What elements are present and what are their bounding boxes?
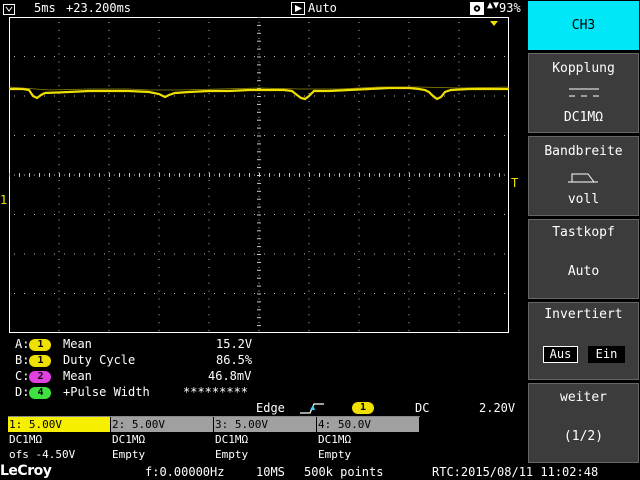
channel1-scale: 1: 5.00V (8, 417, 110, 432)
measurement-value: 15.2V (216, 337, 253, 351)
measurement-slot: A: (15, 337, 30, 351)
measurement-value: 86.5% (216, 353, 253, 367)
trigger-source-badge: 1 (352, 402, 374, 414)
measurement-a[interactable]: A: 1 Mean 15.2V (15, 336, 252, 352)
measurement-value: 46.8mV (208, 369, 252, 383)
trigger-mode[interactable]: Auto (308, 0, 337, 17)
channel4-coupling: DC1MΩ (317, 432, 419, 447)
measurement-value: ********* (183, 385, 249, 399)
kopplung-value: DC1MΩ (563, 110, 604, 125)
invertiert-button[interactable]: Invertiert Aus Ein (528, 302, 639, 380)
divider (8, 416, 420, 417)
trigger-coupling: DC (415, 401, 430, 415)
bandwidth-filter-icon (529, 170, 638, 188)
measurement-name: Mean (63, 369, 92, 383)
dc-coupling-icon (529, 86, 638, 104)
channel3-scale: 3: 5.00V (214, 417, 316, 432)
invertiert-on-option[interactable]: Ein (588, 346, 625, 363)
measurement-c[interactable]: C: 2 Mean 46.8mV (15, 368, 251, 384)
measurement-slot: C: (15, 369, 30, 383)
menu-title-ch3[interactable]: CH3 (528, 1, 639, 50)
measurement-name: +Pulse Width (63, 385, 150, 399)
channel4-status: Empty (317, 447, 419, 462)
menu-title: CH3 (571, 18, 596, 33)
channel3-status: Empty (214, 447, 316, 462)
channel-badge: 1 (29, 354, 52, 367)
bottom-status-bar: LeCroy f:0.00000Hz 10MS 500k points RTC:… (0, 463, 640, 480)
status-bar: 5ms +23.200ms Auto ▲▼ 93% (0, 0, 527, 17)
measurement-name: Mean (63, 337, 92, 351)
channel1-offset: ofs -4.50V (8, 447, 110, 462)
tastkopf-value: Auto (567, 264, 600, 279)
horizontal-delay[interactable]: +23.200ms (66, 0, 131, 17)
measurement-b[interactable]: B: 1 Duty Cycle 86.5% (15, 352, 252, 368)
channel2-status: Empty (111, 447, 213, 462)
measurement-d[interactable]: D: 4 +Pulse Width ********* (15, 384, 248, 400)
channel3-settings[interactable]: 3: 5.00V DC1MΩ Empty (214, 417, 316, 463)
sample-rate: 10MS (256, 465, 285, 479)
weiter-label: weiter (560, 390, 607, 405)
kopplung-label: Kopplung (552, 61, 615, 76)
battery-level: 93% (499, 1, 521, 15)
measurement-name: Duty Cycle (63, 353, 136, 367)
trigger-type: Edge (256, 401, 285, 415)
bandbreite-button[interactable]: Bandbreite voll (528, 136, 639, 216)
record-length: 500k points (304, 465, 384, 479)
channel1-ground-marker[interactable]: 1 (0, 193, 7, 207)
channel3-coupling: DC1MΩ (214, 432, 316, 447)
trigger-level: 2.20V (479, 401, 516, 415)
channel1-settings[interactable]: 1: 5.00V DC1MΩ ofs -4.50V (8, 417, 110, 463)
measurement-slot: D: (15, 385, 30, 399)
weiter-button[interactable]: weiter (1/2) (528, 383, 639, 463)
tastkopf-button[interactable]: Tastkopf Auto (528, 219, 639, 299)
channel4-scale: 4: 50.0V (317, 417, 419, 432)
trigger-info[interactable]: Edge 1 DC 2.20V (0, 400, 527, 416)
channel-badge: 2 (29, 370, 52, 383)
channel2-settings[interactable]: 2: 5.00V DC1MΩ Empty (111, 417, 213, 463)
measurement-slot: B: (15, 353, 30, 367)
invertiert-off-option[interactable]: Aus (543, 346, 578, 363)
channel-badge: 4 (29, 386, 52, 399)
bandbreite-value: voll (567, 192, 600, 207)
menu-page-indicator: (1/2) (563, 429, 604, 444)
real-time-clock: RTC:2015/08/11 11:02:48 (432, 465, 599, 479)
channel4-settings[interactable]: 4: 50.0V DC1MΩ Empty (317, 417, 419, 463)
waveform-display[interactable] (8, 17, 510, 334)
battery-icon: ▲▼ (487, 0, 500, 11)
tastkopf-label: Tastkopf (552, 225, 615, 240)
timebase[interactable]: 5ms (34, 0, 56, 17)
brand-logo: LeCroy (0, 463, 52, 479)
kopplung-button[interactable]: Kopplung DC1MΩ (528, 53, 639, 133)
trigger-level-marker[interactable]: T (511, 176, 518, 190)
channel2-scale: 2: 5.00V (111, 417, 213, 432)
graticule (8, 17, 510, 334)
channel1-coupling: DC1MΩ (8, 432, 110, 447)
invertiert-label: Invertiert (544, 307, 623, 322)
channel-badge: 1 (29, 338, 52, 351)
channel2-coupling: DC1MΩ (111, 432, 213, 447)
frequency-counter: f:0.00000Hz (145, 465, 225, 479)
bandbreite-label: Bandbreite (544, 144, 623, 159)
